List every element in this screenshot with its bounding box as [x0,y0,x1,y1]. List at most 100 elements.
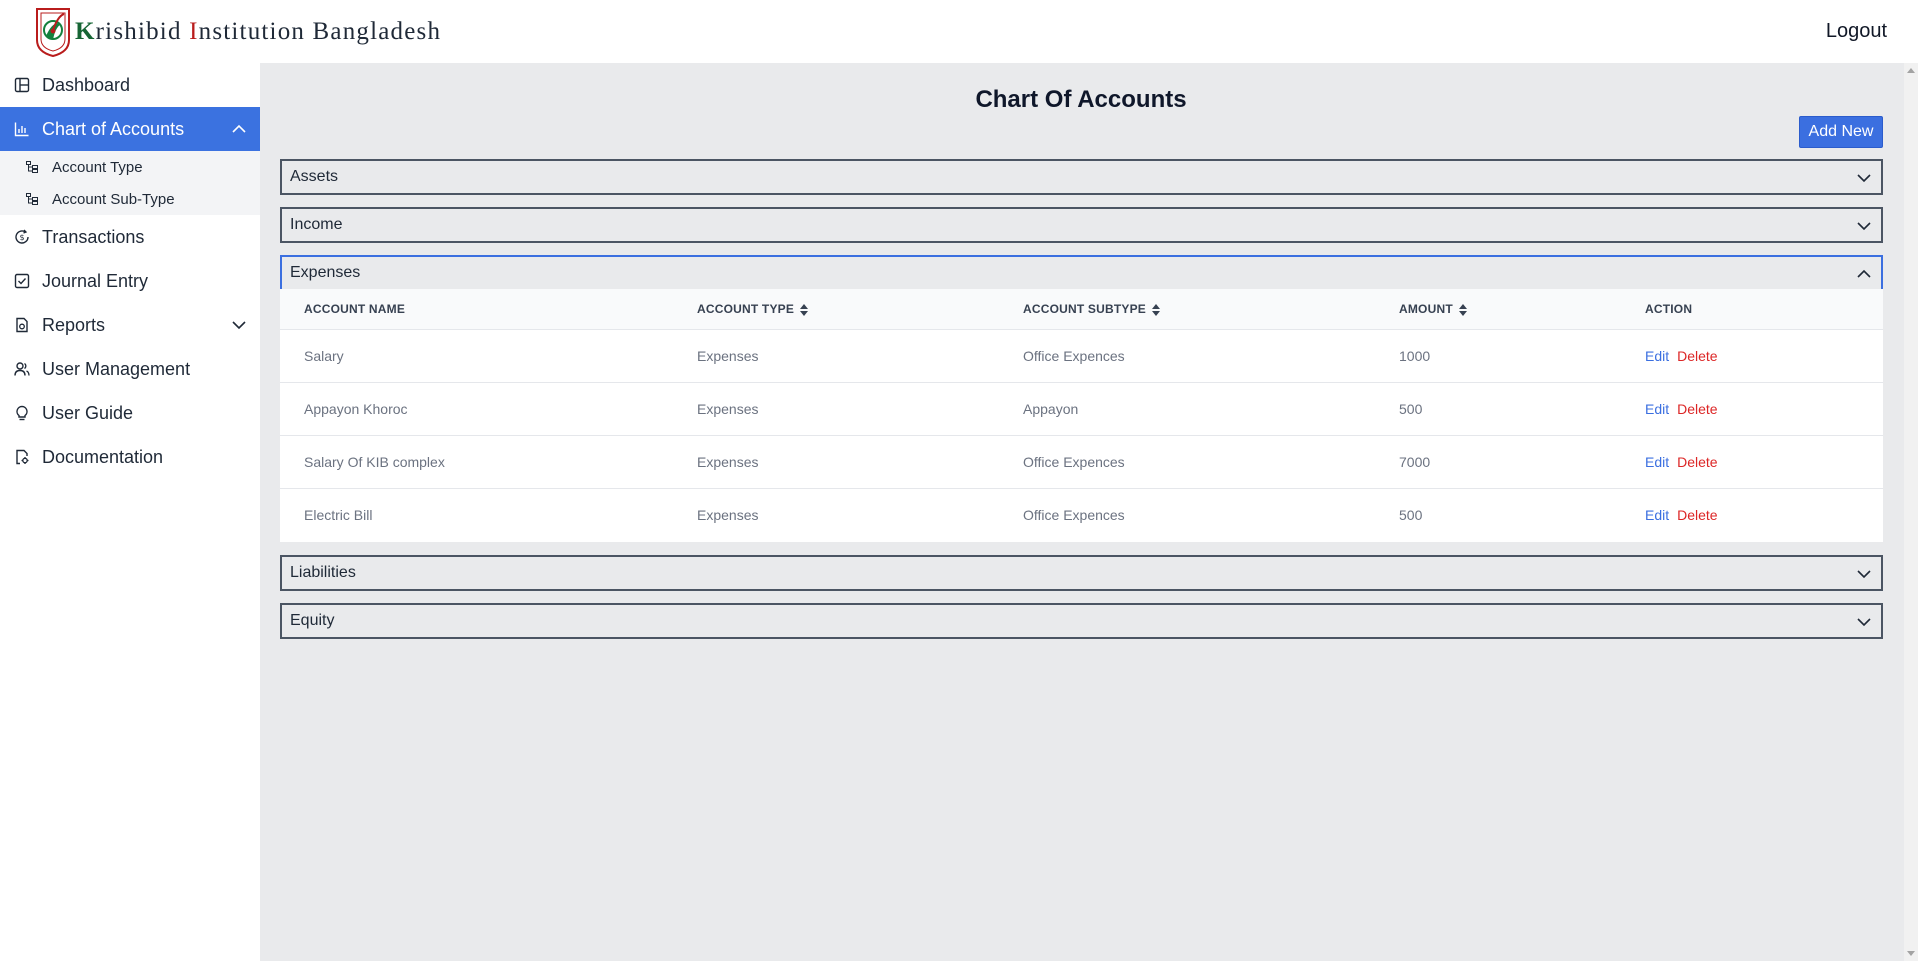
expenses-table: ACCOUNT NAME ACCOUNT TYPE ACCOUNT SUBTYP… [280,289,1883,542]
transactions-icon: $ [15,229,29,244]
table-row: Electric Bill Expenses Office Expences 5… [280,488,1883,541]
cell-account-subtype: Appayon [1023,401,1079,417]
sidebar-item-dashboard[interactable]: Dashboard [0,63,260,107]
edit-link[interactable]: Edit [1645,507,1669,523]
sidebar-subitem-account-sub-type[interactable]: Account Sub-Type [0,183,260,215]
sidebar-item-label: Transactions [42,226,145,247]
cell-amount: 1000 [1399,348,1431,364]
cell-amount: 500 [1399,401,1423,417]
edit-link[interactable]: Edit [1645,348,1669,364]
brand-word-1: rishibid [95,17,190,45]
brand-letter-k: K [75,17,96,45]
chevron-down-icon [1857,222,1871,231]
brand-letter-i: I [189,17,199,45]
sidebar-item-label: Documentation [42,446,164,467]
svg-text:$: $ [20,233,25,242]
column-header-label: ACCOUNT SUBTYPE [1023,302,1147,316]
accordion-income[interactable]: Income [280,207,1883,243]
tree-icon [26,161,38,173]
sidebar-item-reports[interactable]: Reports [0,303,260,347]
cell-account-name: Electric Bill [304,507,373,523]
dashboard-icon [14,77,30,93]
delete-link[interactable]: Delete [1677,348,1717,364]
table-row: Appayon Khoroc Expenses Appayon 500 Edit… [280,382,1883,435]
journal-icon [14,273,30,289]
add-new-button[interactable]: Add New [1799,116,1883,148]
sort-icon [1152,303,1161,316]
cell-account-type: Expenses [697,507,759,523]
column-header-account-subtype[interactable]: ACCOUNT SUBTYPE [1023,302,1161,316]
table-row: Salary Expenses Office Expences 1000 Edi… [280,329,1883,382]
accordion-equity[interactable]: Equity [280,603,1883,639]
cell-account-name: Appayon Khoroc [304,401,408,417]
accordion-label: Assets [290,168,339,185]
sidebar-subitem-label: Account Sub-Type [52,190,175,208]
cell-action: Edit Delete [1645,507,1718,523]
sidebar-item-documentation[interactable]: Documentation [0,435,260,479]
column-header-label: AMOUNT [1399,302,1453,316]
scroll-up-icon[interactable] [1907,68,1915,73]
edit-link[interactable]: Edit [1645,401,1669,417]
sidebar-item-chart-of-accounts[interactable]: Chart of Accounts [0,107,260,151]
sidebar-item-label: Chart of Accounts [42,118,185,139]
report-icon [16,317,28,333]
cell-account-subtype: Office Expences [1023,454,1125,470]
sidebar-item-label: User Guide [42,402,134,423]
cell-account-subtype: Office Expences [1023,348,1125,364]
chevron-down-icon [232,321,246,330]
accordion-assets[interactable]: Assets [280,159,1883,195]
cell-account-type: Expenses [697,401,759,417]
sort-icon [800,303,809,316]
sidebar-item-transactions[interactable]: $ Transactions [0,215,260,259]
main-content: Chart Of Accounts Add New Assets Income … [260,63,1918,961]
delete-link[interactable]: Delete [1677,507,1717,523]
chevron-down-icon [1857,570,1871,579]
cell-account-type: Expenses [697,348,759,364]
chevron-down-icon [1857,174,1871,183]
column-header-label: ACCOUNT TYPE [697,302,795,316]
column-header-action: ACTION [1645,302,1693,316]
column-header-amount[interactable]: AMOUNT [1399,302,1467,316]
sidebar-item-user-management[interactable]: User Management [0,347,260,391]
document-gear-icon [16,449,29,465]
delete-link[interactable]: Delete [1677,401,1717,417]
cell-amount: 7000 [1399,454,1431,470]
accordion-liabilities[interactable]: Liabilities [280,555,1883,591]
chevron-down-icon [1857,618,1871,627]
sidebar-subitem-label: Account Type [52,158,143,176]
sort-icon [1458,303,1467,316]
cell-action: Edit Delete [1645,454,1718,470]
lightbulb-icon [16,405,28,421]
cell-account-subtype: Office Expences [1023,507,1125,523]
cell-action: Edit Delete [1645,348,1718,364]
scroll-down-icon[interactable] [1907,951,1915,956]
cell-account-name: Salary Of KIB complex [304,454,445,470]
accordion-label: Expenses [290,264,361,281]
brand-word-2: nstitution Bangladesh [198,17,442,45]
sidebar-item-journal-entry[interactable]: Journal Entry [0,259,260,303]
cell-amount: 500 [1399,507,1423,523]
chevron-up-icon [1857,269,1871,278]
logout-button[interactable]: Logout [1826,20,1887,43]
table-header: ACCOUNT NAME ACCOUNT TYPE ACCOUNT SUBTYP… [280,289,1883,329]
column-header-account-type[interactable]: ACCOUNT TYPE [697,302,809,316]
vertical-scrollbar[interactable] [1904,63,1918,961]
edit-link[interactable]: Edit [1645,454,1669,470]
sidebar-item-label: Dashboard [42,74,131,95]
table-row: Salary Of KIB complex Expenses Office Ex… [280,435,1883,488]
accordion-expenses[interactable]: Expenses [280,255,1883,291]
accordion-label: Liabilities [290,564,356,581]
sidebar-item-user-guide[interactable]: User Guide [0,391,260,435]
users-icon [14,362,30,376]
brand[interactable]: Krishibid Institution Bangladesh [34,6,441,58]
cell-action: Edit Delete [1645,401,1718,417]
chevron-up-icon [232,124,246,133]
cell-account-name: Salary [304,348,344,364]
column-header-account-name: ACCOUNT NAME [304,302,406,316]
accordion-label: Income [290,216,343,233]
sidebar-subitem-account-type[interactable]: Account Type [0,151,260,183]
delete-link[interactable]: Delete [1677,454,1717,470]
sidebar-item-label: Reports [42,314,106,335]
brand-name: Krishibid Institution Bangladesh [75,18,441,46]
sidebar-item-label: User Management [42,358,191,379]
